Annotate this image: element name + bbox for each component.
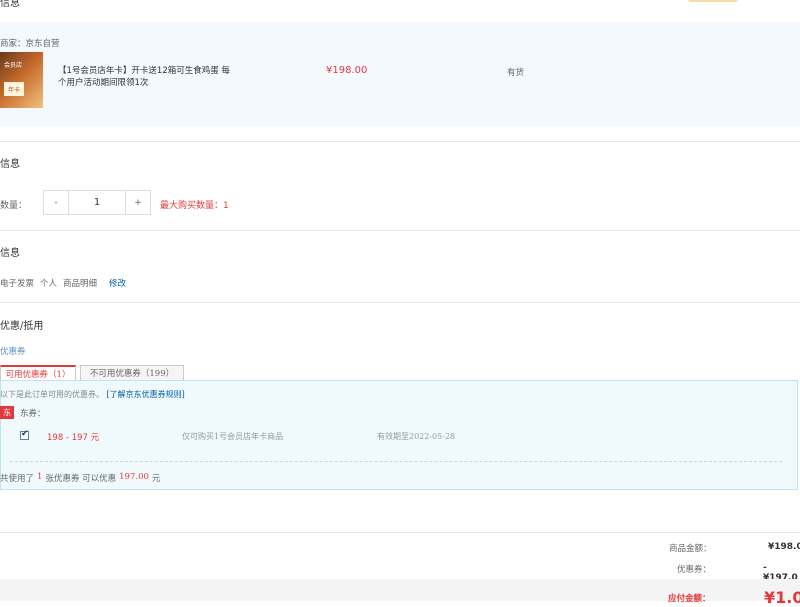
section-title-invoice: 信息	[0, 248, 20, 259]
product-name-link[interactable]: 【1号会员店年卡】开卡送12箱可生食鸡蛋 每 个用户活动期间限领1次	[58, 65, 238, 89]
max-quantity-note: 最大购买数量：1	[160, 201, 229, 211]
section-title-quantity: 信息	[0, 159, 20, 170]
coupon-divider	[10, 461, 782, 462]
divider	[0, 532, 800, 533]
section-title-product: 信息	[0, 0, 20, 9]
goods-amount-label: 商品金额：	[669, 544, 712, 554]
coupon-checkbox[interactable]	[20, 429, 29, 440]
coupon-summary-unit: 元	[151, 474, 161, 484]
invoice-title: 个人	[40, 279, 58, 289]
shop-label: 商家：京东自营	[0, 39, 60, 49]
coupon-group-label: 东券：	[20, 409, 46, 419]
divider	[0, 141, 800, 142]
decorative-bar	[688, 0, 738, 2]
product-price: ¥198.00	[326, 65, 368, 76]
stock-status: 有货	[507, 68, 525, 78]
coupon-amount-label: 优惠券：	[677, 565, 712, 575]
coupon-value: 198 - 197 元	[47, 433, 100, 443]
invoice-edit-link[interactable]: 修改	[109, 277, 126, 289]
coupon-notice-text: 以下是此订单可用的优惠券。	[0, 390, 104, 399]
invoice-info: 电子发票 个人 商品明细 修改	[0, 277, 126, 289]
product-name-line1: 【1号会员店年卡】开卡送12箱可生食鸡蛋 每	[58, 66, 230, 76]
coupon-summary-prefix: 共使用了	[0, 474, 35, 484]
coupon-expiry: 有效期至2022-05-28	[377, 432, 456, 441]
invoice-content: 商品明细	[63, 279, 98, 289]
quantity-stepper: - 1 +	[43, 190, 151, 215]
payable-value: ¥1.00	[764, 588, 800, 607]
tab-unusable-coupons[interactable]: 不可用优惠券（199）	[80, 365, 184, 380]
coupon-summary: 共使用了 1 张优惠券 可以优惠 197.00 元	[0, 472, 160, 484]
section-title-discount: 优惠/抵用	[0, 321, 44, 332]
payable-label: 应付金额：	[668, 594, 711, 604]
coupon-summary-amount: 197.00	[119, 472, 149, 482]
quantity-increase-button[interactable]: +	[126, 191, 150, 214]
coupon-section-link[interactable]: 优惠券	[0, 345, 26, 357]
coupon-description: 仅可购买1号会员店年卡商品	[182, 432, 284, 441]
divider	[0, 230, 800, 231]
coupon-rules-link[interactable]: [了解京东优惠券规则]	[107, 390, 185, 399]
product-thumbnail[interactable]: 会员店 年卡	[0, 52, 43, 108]
quantity-input[interactable]: 1	[68, 191, 126, 214]
tab-usable-coupons[interactable]: 可用优惠券（1）	[0, 365, 76, 380]
coupon-group-badge: 东	[0, 406, 14, 419]
quantity-label: 数量：	[0, 201, 28, 211]
payable-bar: 应付金额： ¥1.00	[0, 579, 800, 607]
product-panel: 商家：京东自营 会员店 年卡 【1号会员店年卡】开卡送12箱可生食鸡蛋 每 个用…	[0, 22, 800, 126]
product-name-line2: 个用户活动期间限领1次	[58, 78, 149, 88]
invoice-type: 电子发票	[0, 279, 35, 289]
goods-amount-value: ¥198.0	[768, 542, 800, 552]
quantity-decrease-button[interactable]: -	[44, 191, 68, 214]
divider	[0, 302, 800, 303]
coupon-summary-text: 张优惠券 可以优惠	[45, 474, 117, 484]
thumb-badge: 年卡	[4, 82, 24, 96]
coupon-notice: 以下是此订单可用的优惠券。 [了解京东优惠券规则]	[0, 389, 185, 400]
thumb-text: 会员店	[4, 62, 23, 69]
coupon-summary-count: 1	[37, 472, 43, 482]
